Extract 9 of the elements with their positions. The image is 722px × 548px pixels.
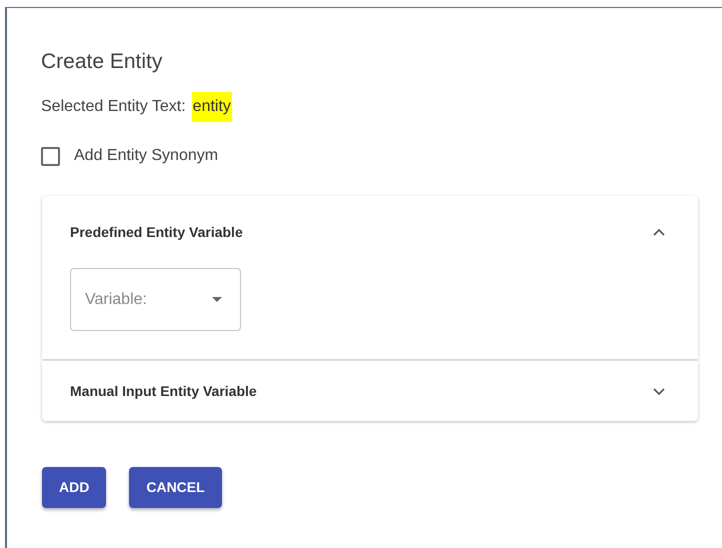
accordion-header[interactable]: Predefined Entity Variable [42,196,698,268]
variable-select[interactable]: Variable: [70,268,241,331]
dialog-button[interactable]: CANCEL [129,467,222,508]
checkbox-label: Add Entity Synonym [74,146,218,166]
selected-entity-value: entity [192,92,232,122]
accordion-header[interactable]: Manual Input Entity Variable [42,361,698,421]
dialog-button[interactable]: ADD [42,467,106,508]
selected-entity-label: Selected Entity Text: [41,97,186,117]
dialog-title: Create Entity [41,49,164,75]
